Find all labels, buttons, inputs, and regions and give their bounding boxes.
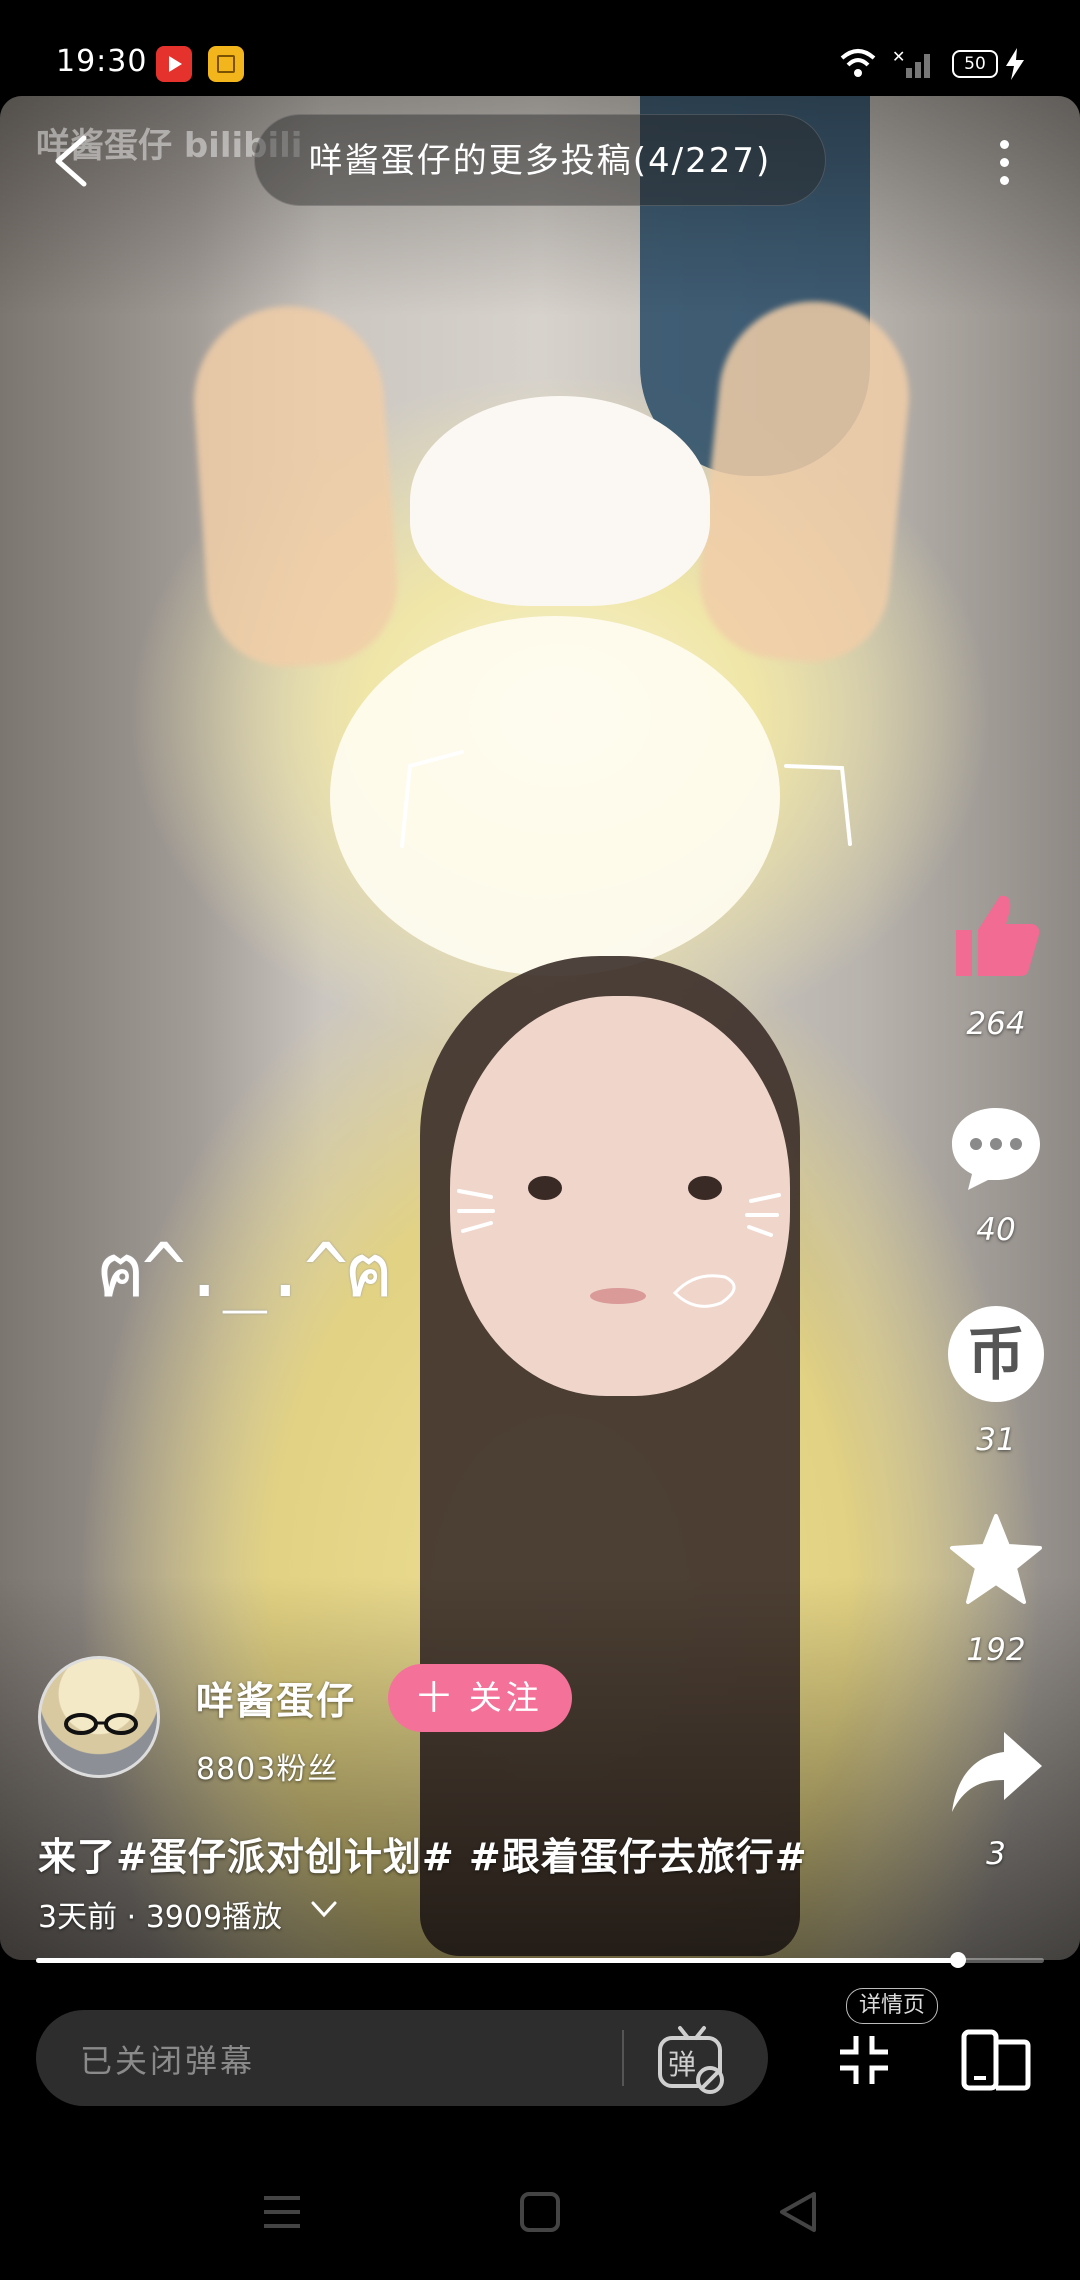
menu-icon[interactable] bbox=[260, 2190, 304, 2234]
chef-hat bbox=[410, 396, 710, 606]
status-time: 19:30 bbox=[56, 44, 148, 79]
bunny-ear-effect-left bbox=[187, 299, 403, 673]
progress-handle[interactable] bbox=[950, 1952, 966, 1968]
comment-count: 40 bbox=[976, 1212, 1016, 1248]
emoticon-sticker: ฅ^._.^ฅ bbox=[96, 1228, 394, 1314]
more-options-icon[interactable] bbox=[1000, 140, 1010, 190]
coin-count: 31 bbox=[976, 1422, 1016, 1458]
danmaku-placeholder[interactable]: 已关闭弹幕 bbox=[80, 2036, 255, 2082]
danmaku-toggle-icon[interactable]: 弹 bbox=[656, 2024, 728, 2096]
video-caption[interactable]: 来了#蛋仔派对创计划# #跟着蛋仔去旅行# bbox=[38, 1826, 808, 1881]
glasses-icon bbox=[64, 1713, 138, 1735]
coin-icon[interactable]: 币 bbox=[948, 1306, 1044, 1402]
svg-text:✕: ✕ bbox=[892, 48, 905, 66]
landscape-mode-icon[interactable] bbox=[960, 2028, 1032, 2092]
battery-icon: 50 bbox=[952, 50, 998, 78]
back-triangle-icon[interactable] bbox=[776, 2190, 820, 2234]
uploader-name[interactable]: 咩酱蛋仔 bbox=[196, 1670, 356, 1725]
collapse-icon[interactable] bbox=[838, 2034, 890, 2086]
like-thumbs-up-icon[interactable] bbox=[948, 888, 1044, 984]
favorite-count: 192 bbox=[966, 1632, 1026, 1668]
video-meta[interactable]: 3天前 · 3909播放 bbox=[38, 1892, 282, 1936]
charging-icon bbox=[1006, 48, 1024, 80]
video-app-icon bbox=[156, 46, 192, 82]
uploader-avatar[interactable] bbox=[38, 1656, 160, 1778]
fans-count: 8803粉丝 bbox=[196, 1752, 339, 1787]
svg-text:弹: 弹 bbox=[668, 2048, 696, 2081]
progress-fill bbox=[36, 1958, 958, 1963]
home-icon[interactable] bbox=[518, 2190, 562, 2234]
wifi-icon bbox=[840, 49, 876, 77]
book-app-icon bbox=[208, 46, 244, 82]
detail-page-label[interactable]: 详情页 bbox=[846, 1988, 938, 2024]
signal-icon: ✕ bbox=[892, 48, 930, 78]
like-count: 264 bbox=[966, 1006, 1026, 1042]
danmaku-divider bbox=[622, 2030, 624, 2086]
back-arrow-icon[interactable] bbox=[50, 134, 90, 188]
chevron-down-icon[interactable] bbox=[310, 1898, 338, 1920]
share-count: 3 bbox=[986, 1836, 1006, 1872]
follow-button[interactable]: 十 关注 bbox=[388, 1664, 572, 1732]
more-uploads-pill[interactable]: 咩酱蛋仔的更多投稿(4/227) bbox=[254, 114, 826, 206]
cat-ear-doodle bbox=[400, 750, 852, 848]
whisker-effect bbox=[457, 1189, 781, 1308]
favorite-star-icon[interactable] bbox=[948, 1512, 1044, 1608]
comment-icon[interactable] bbox=[948, 1102, 1044, 1198]
share-arrow-icon[interactable] bbox=[948, 1724, 1044, 1820]
